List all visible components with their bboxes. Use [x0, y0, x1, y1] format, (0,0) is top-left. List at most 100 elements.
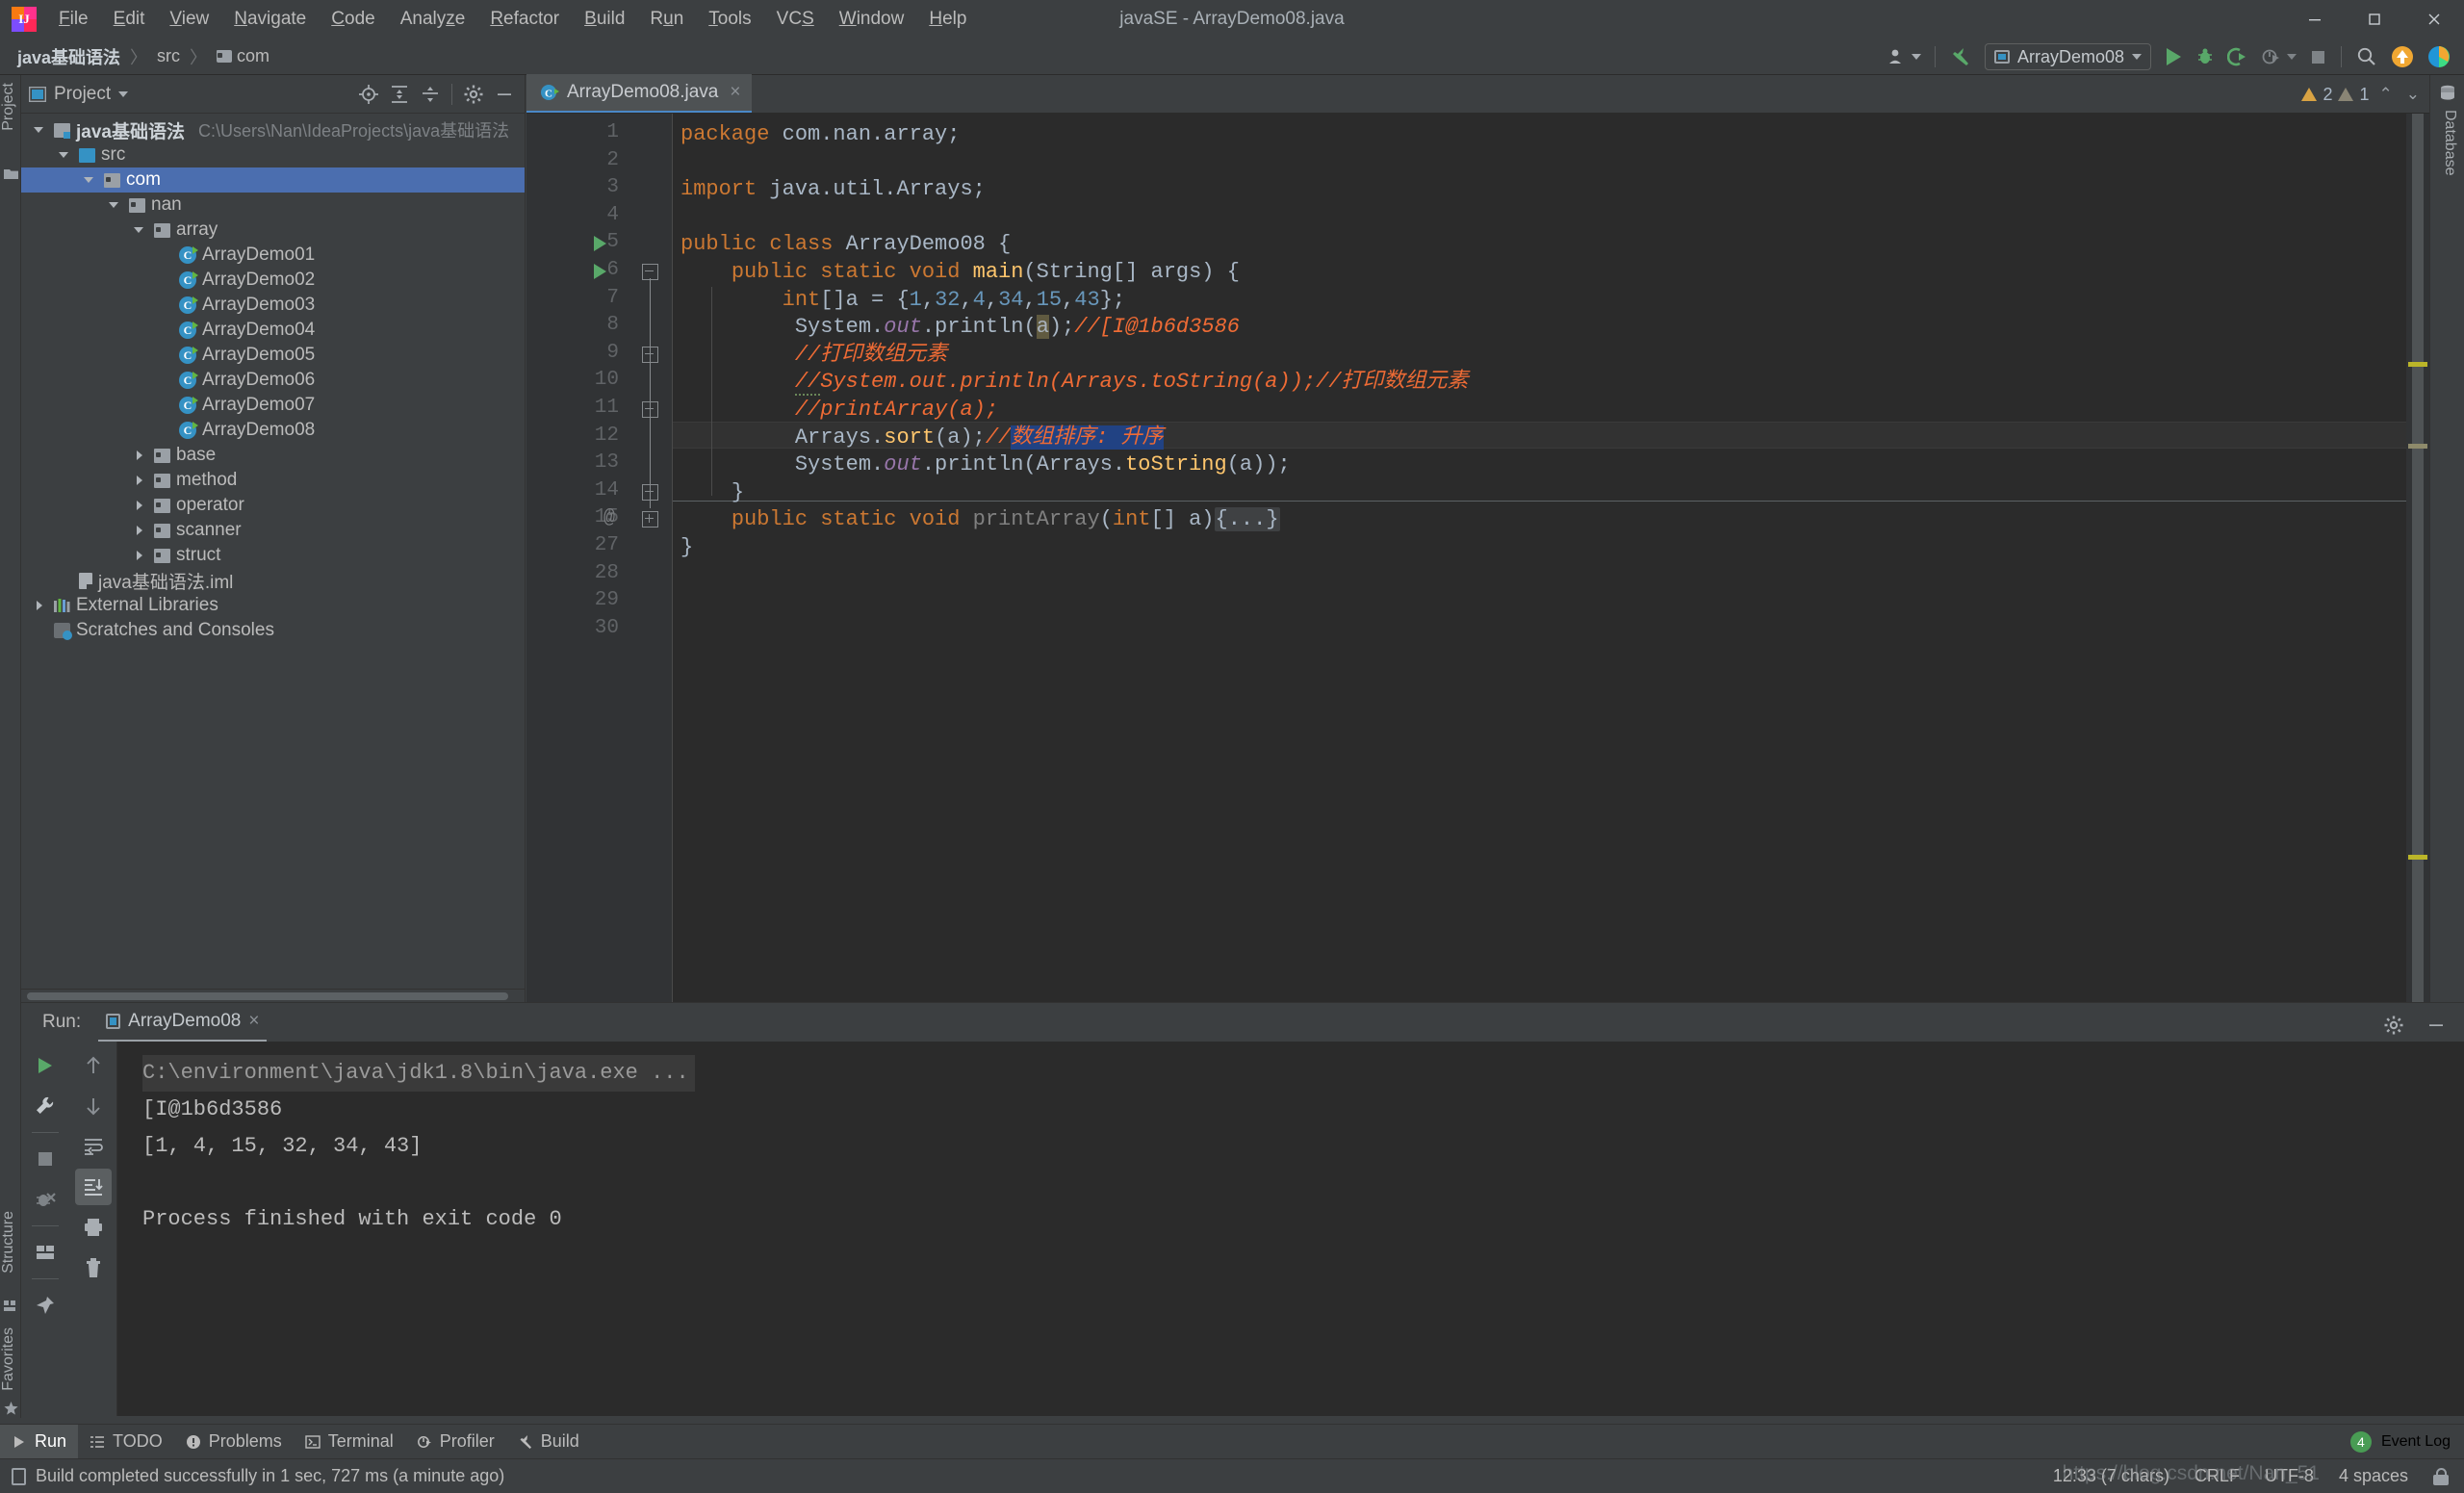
code-text-area[interactable]: package com.nan.array; import java.util.A… — [673, 114, 2429, 1002]
rail-label-database[interactable]: Database — [2437, 110, 2458, 176]
stop-icon[interactable] — [27, 1141, 64, 1177]
code-line-6[interactable]: public static void main(String[] args) { — [680, 259, 1240, 286]
settings-gear-icon[interactable] — [2375, 1007, 2412, 1043]
rail-label-structure[interactable]: Structure — [0, 1211, 21, 1274]
tree-node-nan[interactable]: nan — [21, 193, 525, 218]
fold-gutter[interactable] — [632, 114, 673, 1002]
warning-marker-2[interactable] — [2408, 855, 2427, 860]
chevron-open-icon[interactable] — [131, 221, 148, 239]
scrollbar-thumb[interactable] — [27, 992, 508, 1000]
settings-gear-icon[interactable] — [459, 81, 488, 108]
update-project-button[interactable] — [2385, 42, 2420, 71]
toolwindow-button-run[interactable]: Run — [0, 1424, 79, 1459]
edit-configuration-wrench-icon[interactable] — [27, 1088, 64, 1124]
menu-item-build[interactable]: Build — [572, 5, 637, 34]
hide-panel-icon[interactable] — [2418, 1007, 2454, 1043]
code-line-14[interactable]: } — [680, 479, 744, 506]
chevron-open-icon[interactable] — [56, 146, 73, 164]
user-account-icon[interactable] — [1882, 42, 1926, 71]
code-line-11[interactable]: //printArray(a); — [680, 397, 998, 424]
tree-node-ArrayDemo02[interactable]: C ArrayDemo02 — [21, 268, 525, 293]
close-button[interactable] — [2404, 0, 2464, 39]
tree-node-array[interactable]: array — [21, 218, 525, 243]
debug-button[interactable] — [2190, 42, 2220, 71]
run-with-coverage-button[interactable] — [2222, 42, 2253, 71]
tree-node-java基础语法[interactable]: java基础语法 C:\Users\Nan\IdeaProjects\java基础… — [21, 117, 525, 142]
menu-item-code[interactable]: Code — [319, 5, 387, 34]
breadcrumb-item-com[interactable]: com — [211, 44, 275, 68]
file-encoding[interactable]: UTF-8 — [2265, 1466, 2314, 1486]
chevron-closed-icon[interactable] — [131, 472, 148, 489]
rail-label-favorites[interactable]: Favorites — [0, 1327, 21, 1391]
tree-node-struct[interactable]: struct — [21, 543, 525, 568]
code-line-12[interactable]: Arrays.sort(a);//数组排序: 升序 — [680, 425, 1164, 451]
fold-expand-icon[interactable] — [642, 511, 658, 528]
info-marker[interactable] — [2408, 444, 2427, 449]
up-arrow-icon[interactable] — [75, 1047, 112, 1084]
scrollbar-thumb[interactable] — [2412, 114, 2424, 1002]
toolwindow-button-todo[interactable]: TODO — [78, 1425, 174, 1459]
chevron-closed-icon[interactable] — [131, 447, 148, 464]
next-problem-icon[interactable]: ⌄ — [2402, 85, 2424, 104]
code-line-7[interactable]: int[]a = {1,32,4,34,15,43}; — [680, 287, 1125, 314]
code-line-15[interactable]: public static void printArray(int[] a){.… — [680, 506, 1280, 533]
run-configuration-selector[interactable]: ArrayDemo08 — [1984, 43, 2151, 70]
toolwindow-button-build[interactable]: Build — [506, 1425, 591, 1459]
tree-node-ArrayDemo05[interactable]: C ArrayDemo05 — [21, 343, 525, 368]
soft-wrap-icon[interactable] — [75, 1128, 112, 1165]
lock-icon[interactable] — [2433, 1467, 2449, 1485]
scroll-to-end-icon[interactable] — [74, 1169, 112, 1205]
trash-icon[interactable] — [75, 1249, 112, 1286]
menu-item-view[interactable]: View — [157, 5, 221, 34]
maximize-button[interactable] — [2345, 0, 2404, 39]
event-log-group[interactable]: 4 Event Log — [2349, 1430, 2464, 1453]
menu-item-edit[interactable]: Edit — [101, 5, 158, 34]
menu-item-help[interactable]: Help — [916, 5, 979, 34]
event-log-label[interactable]: Event Log — [2381, 1433, 2451, 1451]
run-gutter-icon[interactable] — [594, 236, 606, 252]
code-line-13[interactable]: System.out.println(Arrays.toString(a)); — [680, 451, 1291, 478]
profile-button[interactable] — [2255, 42, 2301, 71]
toolwindow-button-terminal[interactable]: Terminal — [294, 1425, 405, 1459]
tree-node-base[interactable]: base — [21, 443, 525, 468]
hide-panel-icon[interactable] — [490, 81, 519, 108]
tree-node-ArrayDemo03[interactable]: C ArrayDemo03 — [21, 293, 525, 318]
chevron-open-icon[interactable] — [81, 171, 98, 189]
toolwindow-button-problems[interactable]: Problems — [174, 1425, 294, 1459]
search-everywhere-button[interactable] — [2350, 42, 2383, 71]
breadcrumb-item-java基础语法[interactable]: java基础语法 — [12, 42, 126, 71]
down-arrow-icon[interactable] — [75, 1088, 112, 1124]
close-icon[interactable]: × — [248, 1011, 259, 1032]
menu-item-run[interactable]: Run — [637, 5, 696, 34]
stop-button[interactable] — [2303, 42, 2332, 71]
expand-all-icon[interactable] — [385, 81, 414, 108]
code-editor[interactable]: 1 2 3 4 5 6 7 8 9 10 11 12 13 14 15 27 28 29 30 @ package c… — [526, 114, 2429, 1002]
breadcrumb-item-src[interactable]: src — [151, 44, 186, 68]
project-panel-title-group[interactable]: Project — [29, 84, 129, 105]
tree-node-java基础语法.iml[interactable]: java基础语法.iml — [21, 568, 525, 593]
code-line-9[interactable]: //打印数组元素 — [680, 342, 947, 369]
console-output[interactable]: C:\environment\java\jdk1.8\bin\java.exe … — [117, 1042, 2464, 1416]
warning-marker[interactable] — [2408, 362, 2427, 367]
previous-problem-icon[interactable]: ⌃ — [2375, 85, 2397, 104]
chevron-open-icon[interactable] — [106, 196, 123, 214]
tree-node-ArrayDemo08[interactable]: C ArrayDemo08 — [21, 418, 525, 443]
inspection-widget[interactable]: 2 1 ⌃ ⌄ — [2301, 81, 2424, 108]
tree-node-ArrayDemo06[interactable]: C ArrayDemo06 — [21, 368, 525, 393]
kill-process-icon[interactable] — [27, 1181, 64, 1218]
caret-position[interactable]: 12:33 (7 chars) — [2053, 1466, 2169, 1486]
menu-item-analyze[interactable]: Analyze — [388, 5, 478, 34]
chevron-open-icon[interactable] — [31, 121, 48, 139]
editor-scrollbar[interactable] — [2406, 114, 2429, 1002]
close-icon[interactable]: × — [730, 82, 740, 103]
pin-icon[interactable] — [27, 1287, 64, 1324]
menu-item-tools[interactable]: Tools — [696, 5, 763, 34]
run-gutter-icon[interactable] — [594, 264, 606, 279]
build-hammer-icon[interactable] — [1944, 42, 1977, 71]
tree-node-src[interactable]: src — [21, 142, 525, 167]
run-button[interactable] — [2159, 42, 2188, 71]
code-line-8[interactable]: System.out.println(a);//[I@1b6d3586 — [680, 314, 1240, 341]
code-line-5[interactable]: public class ArrayDemo08 { — [680, 231, 1011, 258]
annotation-gutter-icon[interactable]: @ — [603, 507, 615, 529]
tree-node-com[interactable]: com — [21, 167, 525, 193]
